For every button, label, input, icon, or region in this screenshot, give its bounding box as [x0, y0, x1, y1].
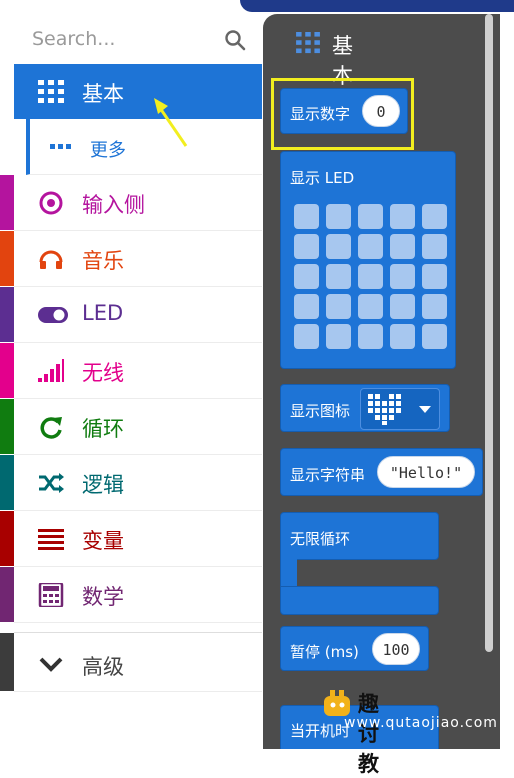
flyout-scrollbar[interactable] — [485, 14, 493, 652]
category-color-bar — [0, 567, 14, 622]
category-label: 逻辑 — [82, 473, 124, 497]
grid-icon — [38, 80, 64, 103]
category-label: 音乐 — [82, 249, 124, 273]
led-cell[interactable] — [358, 324, 383, 349]
grid-icon — [296, 32, 320, 54]
led-cell[interactable] — [422, 204, 447, 229]
led-cell[interactable] — [358, 264, 383, 289]
category-label: 变量 — [82, 529, 124, 553]
category-more[interactable]: 更多 — [26, 119, 262, 175]
forever-block-arm — [280, 559, 297, 589]
led-cell[interactable] — [422, 324, 447, 349]
header-bar — [240, 0, 514, 12]
led-cell[interactable] — [390, 234, 415, 259]
led-cell[interactable] — [358, 294, 383, 319]
refresh-icon — [40, 417, 62, 439]
search-input[interactable]: Search... — [32, 28, 115, 50]
led-cell[interactable] — [326, 294, 351, 319]
block-label: 当开机时 — [290, 722, 351, 740]
heart-icon — [368, 394, 401, 425]
category-label: 循环 — [82, 417, 124, 441]
led-cell[interactable] — [326, 204, 351, 229]
led-cell[interactable] — [326, 324, 351, 349]
category-color-bar — [0, 287, 14, 342]
category-color-bar — [0, 343, 14, 398]
led-cell[interactable] — [390, 294, 415, 319]
led-cell[interactable] — [358, 204, 383, 229]
led-cell[interactable] — [326, 234, 351, 259]
search-icon[interactable] — [224, 29, 246, 51]
toggle-icon — [38, 307, 68, 323]
watermark-logo-icon — [324, 690, 350, 716]
icon-dropdown[interactable] — [360, 388, 440, 430]
radio-target-icon — [39, 191, 63, 215]
category-color-bar — [0, 175, 14, 230]
led-cell[interactable] — [422, 264, 447, 289]
led-cell[interactable] — [390, 324, 415, 349]
top-bar — [0, 0, 514, 12]
headphones-icon — [39, 250, 63, 269]
category-led[interactable]: LED — [0, 287, 262, 343]
category-variables[interactable]: 变量 — [0, 511, 262, 567]
more-dots-icon — [50, 144, 71, 149]
category-color-bar — [0, 399, 14, 454]
category-advanced[interactable]: 高级 — [0, 632, 262, 692]
led-cell[interactable] — [358, 234, 383, 259]
category-math[interactable]: 数学 — [0, 567, 262, 623]
category-color-bar — [0, 455, 14, 510]
forever-block[interactable]: 无限循环 — [280, 512, 439, 560]
list-lines-icon — [38, 529, 64, 550]
led-cell[interactable] — [294, 234, 319, 259]
led-cell[interactable] — [390, 204, 415, 229]
category-label: 无线 — [82, 361, 124, 385]
category-label: 高级 — [82, 655, 124, 679]
show-string-block[interactable]: 显示字符串 "Hello!" — [280, 448, 483, 496]
led-cell[interactable] — [422, 294, 447, 319]
led-cell[interactable] — [294, 324, 319, 349]
category-color-bar — [0, 231, 14, 286]
category-music[interactable]: 音乐 — [0, 231, 262, 287]
calculator-icon — [38, 583, 64, 607]
block-label: 暂停 (ms) — [290, 643, 359, 661]
led-cell[interactable] — [294, 264, 319, 289]
pause-input[interactable]: 100 — [372, 633, 420, 665]
category-label: 输入侧 — [82, 193, 145, 217]
pause-block[interactable]: 暂停 (ms) 100 — [280, 626, 429, 671]
shuffle-icon — [39, 473, 64, 493]
pointer-arrow-icon — [154, 98, 188, 147]
led-cell[interactable] — [422, 234, 447, 259]
category-label: 更多 — [90, 140, 126, 161]
string-input[interactable]: "Hello!" — [377, 456, 475, 488]
category-label: 数学 — [82, 585, 124, 609]
led-cell[interactable] — [326, 264, 351, 289]
chevron-down-icon — [39, 657, 63, 672]
led-cell[interactable] — [294, 204, 319, 229]
signal-bars-icon — [38, 359, 64, 382]
block-label: 显示字符串 — [290, 466, 366, 484]
category-color-bar — [0, 511, 14, 566]
highlight-box — [271, 78, 414, 150]
show-icon-block[interactable]: 显示图标 — [280, 384, 450, 432]
block-label: 显示图标 — [290, 402, 351, 420]
block-label: 无限循环 — [290, 530, 351, 548]
led-cell[interactable] — [294, 294, 319, 319]
category-logic[interactable]: 逻辑 — [0, 455, 262, 511]
watermark-name: 趣讨教 — [358, 692, 379, 776]
category-loops[interactable]: 循环 — [0, 399, 262, 455]
category-radio[interactable]: 无线 — [0, 343, 262, 399]
caret-down-icon — [419, 406, 431, 413]
category-label: 基本 — [82, 82, 124, 106]
category-input[interactable]: 输入侧 — [0, 175, 262, 231]
led-cell[interactable] — [390, 264, 415, 289]
forever-block-foot — [280, 586, 439, 615]
category-color-bar — [0, 633, 14, 691]
category-basic[interactable]: 基本 — [14, 64, 262, 119]
search-box[interactable]: Search... — [14, 14, 262, 65]
watermark-url: www.qutaojiao.com — [344, 715, 498, 731]
block-label: 显示 LED — [290, 169, 355, 187]
category-label: LED — [82, 301, 124, 325]
